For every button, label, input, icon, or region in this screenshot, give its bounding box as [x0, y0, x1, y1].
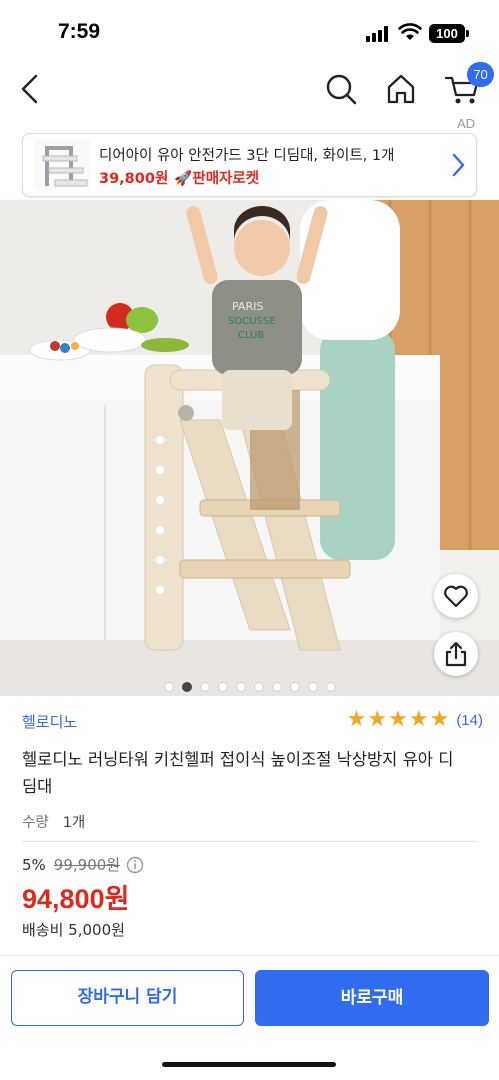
chevron-left-icon[interactable]: [16, 72, 44, 106]
carousel-dot[interactable]: [253, 682, 264, 692]
search-icon[interactable]: [324, 72, 358, 106]
star-icon: ★: [367, 707, 388, 732]
review-count[interactable]: (14): [456, 712, 483, 729]
ad-rocket-badge: 🚀판매자로켓: [174, 171, 260, 187]
add-to-cart-button[interactable]: 장바구니 담기: [11, 970, 244, 1026]
svg-text:CLUB: CLUB: [238, 330, 264, 341]
star-icon: ★: [429, 707, 450, 732]
original-price: 99,900원: [53, 856, 121, 874]
carousel-dots: [0, 682, 499, 692]
discount-rate: 5%: [22, 855, 46, 874]
product-photo: PARIS SOCUSSE CLUB: [0, 200, 499, 696]
ad-label: AD: [456, 116, 475, 131]
carousel-dot[interactable]: [199, 682, 210, 692]
home-indicator: [162, 1062, 336, 1067]
star-icon: ★: [388, 707, 408, 732]
discount-row: 5% 99,900원: [22, 854, 144, 875]
quantity-value: 1개: [62, 815, 86, 831]
quantity-row: 수량 1개: [22, 811, 85, 832]
carousel-dot[interactable]: [325, 682, 336, 692]
wifi-icon: [398, 23, 422, 40]
ad-price: 39,800원: [99, 171, 169, 187]
status-time: 7:59: [58, 20, 101, 43]
ad-price-row: 39,800원 🚀판매자로켓: [99, 167, 259, 188]
carousel-dot[interactable]: [181, 682, 192, 692]
star-icon: ★: [346, 707, 367, 732]
share-button[interactable]: [434, 632, 478, 676]
share-icon: [445, 641, 467, 667]
divider: [22, 841, 478, 842]
nav-bar: 70: [0, 60, 499, 118]
heart-icon: [444, 585, 468, 608]
chevron-right-icon[interactable]: [450, 152, 466, 178]
sale-price: 94,800원: [22, 884, 130, 914]
svg-text:PARIS: PARIS: [232, 300, 263, 313]
brand-link[interactable]: 헬로디노: [22, 711, 77, 732]
carousel-dot[interactable]: [271, 682, 282, 692]
product-image-gallery[interactable]: PARIS SOCUSSE CLUB: [0, 200, 499, 696]
star-icon: ★: [408, 707, 429, 732]
product-title: 헬로디노 러닝타워 키친헬퍼 접이식 높이조절 낙상방지 유아 디딤대: [22, 750, 454, 796]
carousel-dot[interactable]: [235, 682, 246, 692]
carousel-dot[interactable]: [217, 682, 228, 692]
quantity-label: 수량: [22, 815, 49, 831]
carousel-dot[interactable]: [307, 682, 318, 692]
battery-tip: [466, 30, 469, 37]
home-icon[interactable]: [384, 72, 418, 106]
svg-text:SOCUSSE: SOCUSSE: [228, 316, 276, 327]
shipping-fee: 배송비 5,000원: [22, 921, 125, 939]
rating[interactable]: ★ ★ ★ ★ ★ (14): [347, 709, 483, 731]
status-bar: 7:59 100: [0, 0, 499, 60]
ad-banner[interactable]: 디어아이 유아 안전가드 3단 디딤대, 화이트, 1개 39,800원 🚀판매자…: [22, 133, 477, 197]
wishlist-button[interactable]: [434, 574, 478, 618]
ad-title: 디어아이 유아 안전가드 3단 디딤대, 화이트, 1개: [99, 148, 395, 164]
signal-icon: [366, 26, 390, 42]
carousel-dot[interactable]: [289, 682, 300, 692]
battery-icon: 100: [429, 24, 465, 43]
carousel-dot[interactable]: [163, 682, 174, 692]
buy-now-button[interactable]: 바로구매: [255, 970, 489, 1026]
cart-count-badge: 70: [467, 62, 494, 87]
info-icon[interactable]: [126, 856, 144, 874]
ad-product-thumbnail: [35, 140, 91, 190]
